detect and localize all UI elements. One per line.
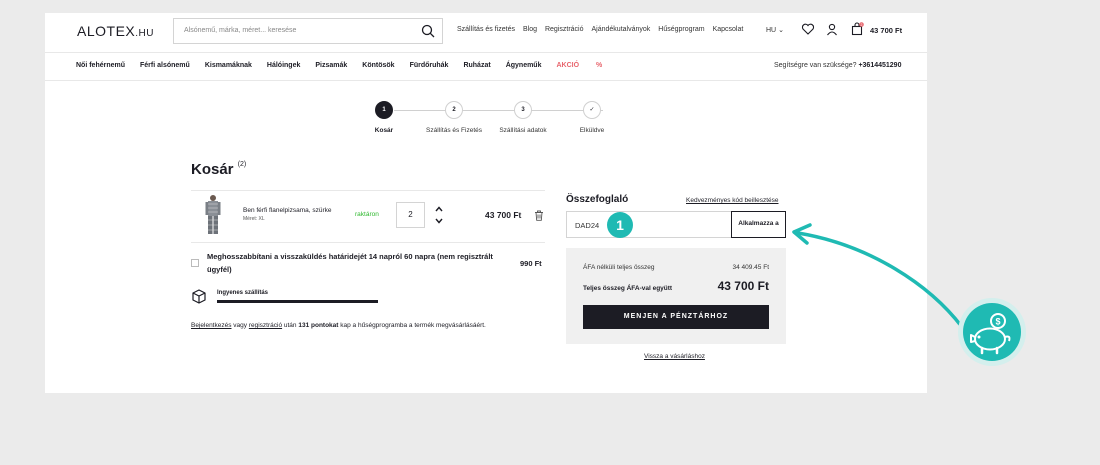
- help-question: Segítségre van szüksége?: [774, 62, 857, 69]
- loyalty-note: Bejelentkezés vagy regisztráció után 131…: [191, 322, 486, 329]
- step-2-circle: 2: [445, 101, 463, 119]
- nav-contact[interactable]: Kapcsolat: [713, 26, 744, 33]
- loyalty-points: 131 pontokat: [298, 322, 339, 329]
- extended-return-label[interactable]: Meghosszabbítani a visszaküldés határide…: [207, 250, 507, 276]
- category-nav: Női fehérnemű Férfi alsónemű Kismamáknak…: [76, 62, 632, 69]
- quantity-up-icon[interactable]: [434, 205, 444, 213]
- package-icon: [192, 289, 206, 304]
- free-shipping-progress: [217, 300, 378, 303]
- product-image[interactable]: [204, 194, 222, 236]
- nav-divider: [45, 80, 927, 81]
- cart-title: Kosár: [191, 161, 234, 178]
- item-price: 43 700 Ft: [485, 210, 522, 220]
- cart-total[interactable]: 43 700 Ft: [870, 26, 902, 35]
- net-total-value: 34 409.45 Ft: [732, 264, 770, 271]
- category-robes[interactable]: Köntösök: [362, 62, 394, 69]
- svg-text:$: $: [995, 317, 1000, 327]
- category-bedding[interactable]: Ágyneműk: [506, 62, 542, 69]
- category-clothing[interactable]: Ruházat: [463, 62, 490, 69]
- category-sale[interactable]: AKCIÓ %: [556, 62, 617, 69]
- promo-code-link[interactable]: Kedvezményes kód beillesztése: [686, 197, 779, 204]
- page-title: Kosár (2): [191, 161, 246, 178]
- step-4-circle: ✓: [583, 101, 601, 119]
- search-input[interactable]: Alsónemű, márka, méret... keresése: [184, 27, 296, 34]
- percent-icon: %: [596, 62, 603, 69]
- piggy-bank-icon: $: [958, 298, 1026, 366]
- step-1-circle: 1: [375, 101, 393, 119]
- header-divider: [45, 52, 927, 53]
- loyalty-or: vagy: [233, 322, 248, 329]
- summary-title: Összefoglaló: [566, 194, 629, 205]
- help-line: Segítségre van szüksége? +3614451290: [774, 62, 901, 69]
- cart-count-badge: 2: [861, 23, 863, 27]
- quantity-down-icon[interactable]: [434, 217, 444, 225]
- extended-return-price: 990 Ft: [520, 259, 542, 268]
- loyalty-after: után: [283, 322, 297, 329]
- net-total-label: ÁFA nélküli teljes összeg: [583, 264, 655, 271]
- gross-total-label: Teljes összeg ÁFA-val együtt: [583, 285, 673, 292]
- nav-registration[interactable]: Regisztráció: [545, 26, 584, 33]
- quantity-input[interactable]: 2: [396, 202, 425, 228]
- stock-status: raktáron: [355, 211, 379, 218]
- login-link[interactable]: Bejelentkezés: [191, 322, 231, 329]
- user-icon[interactable]: [825, 22, 839, 36]
- gross-total-value: 43 700 Ft: [717, 279, 769, 293]
- annotation-arrow: [792, 223, 964, 329]
- category-nightgowns[interactable]: Hálóingek: [267, 62, 300, 69]
- step-3-circle: 3: [514, 101, 532, 119]
- apply-promo-button[interactable]: Alkalmazza a: [731, 211, 786, 238]
- help-phone[interactable]: +3614451290: [858, 62, 901, 69]
- language-label: HU: [766, 27, 777, 34]
- nav-blog[interactable]: Blog: [523, 26, 537, 33]
- checkout-button[interactable]: MENJEN A PÉNZTÁRHOZ: [583, 305, 769, 329]
- site-logo[interactable]: ALOTEX.HU: [77, 23, 154, 39]
- back-to-shopping-link[interactable]: Vissza a vásárláshoz: [644, 353, 705, 360]
- category-pajamas[interactable]: Pizsamák: [315, 62, 347, 69]
- nav-loyalty[interactable]: Hűségprogram: [658, 26, 704, 33]
- promo-code-value: DAD24: [575, 221, 600, 230]
- loyalty-rest: kap a hűségprogramba a termék megvásárlá…: [340, 322, 486, 329]
- step-4-label: Elküldve: [579, 127, 605, 134]
- cart-count: (2): [237, 161, 247, 168]
- summary-box: ÁFA nélküli teljes összeg 34 409.45 Ft T…: [566, 248, 786, 344]
- nav-shipping-payment[interactable]: Szállítás és fizetés: [457, 26, 515, 33]
- language-selector[interactable]: HU ⌄: [766, 26, 784, 34]
- step-number-badge: 1: [607, 212, 633, 238]
- trash-icon[interactable]: [534, 210, 544, 221]
- nav-gift-vouchers[interactable]: Ajándékutalványok: [592, 26, 651, 33]
- register-link[interactable]: regisztráció: [249, 322, 282, 329]
- product-size: Méret: XL: [243, 216, 265, 222]
- search-box[interactable]: Alsónemű, márka, méret... keresése: [173, 18, 443, 44]
- category-maternity[interactable]: Kismamáknak: [205, 62, 252, 69]
- page-card: ALOTEX.HU Alsónemű, márka, méret... kere…: [45, 13, 927, 393]
- free-shipping-label: Ingyenes szállítás: [217, 290, 269, 296]
- cart-top-divider: [191, 190, 545, 191]
- chevron-down-icon: ⌄: [778, 27, 784, 34]
- top-nav: Szállítás és fizetés Blog Regisztráció A…: [457, 26, 751, 33]
- category-womens-underwear[interactable]: Női fehérnemű: [76, 62, 125, 69]
- product-name[interactable]: Ben férfi flanelpizsama, szürke: [243, 207, 332, 214]
- steps-connector: [394, 110, 603, 111]
- heart-icon[interactable]: [801, 22, 815, 36]
- category-mens-underwear[interactable]: Férfi alsónemű: [140, 62, 190, 69]
- search-icon[interactable]: [421, 24, 435, 38]
- extended-return-checkbox[interactable]: [191, 259, 199, 267]
- shopping-bag-icon[interactable]: 2: [850, 22, 864, 36]
- sale-label: AKCIÓ: [556, 62, 580, 69]
- cart-item-divider: [191, 242, 545, 243]
- category-swimwear[interactable]: Fürdőruhák: [410, 62, 449, 69]
